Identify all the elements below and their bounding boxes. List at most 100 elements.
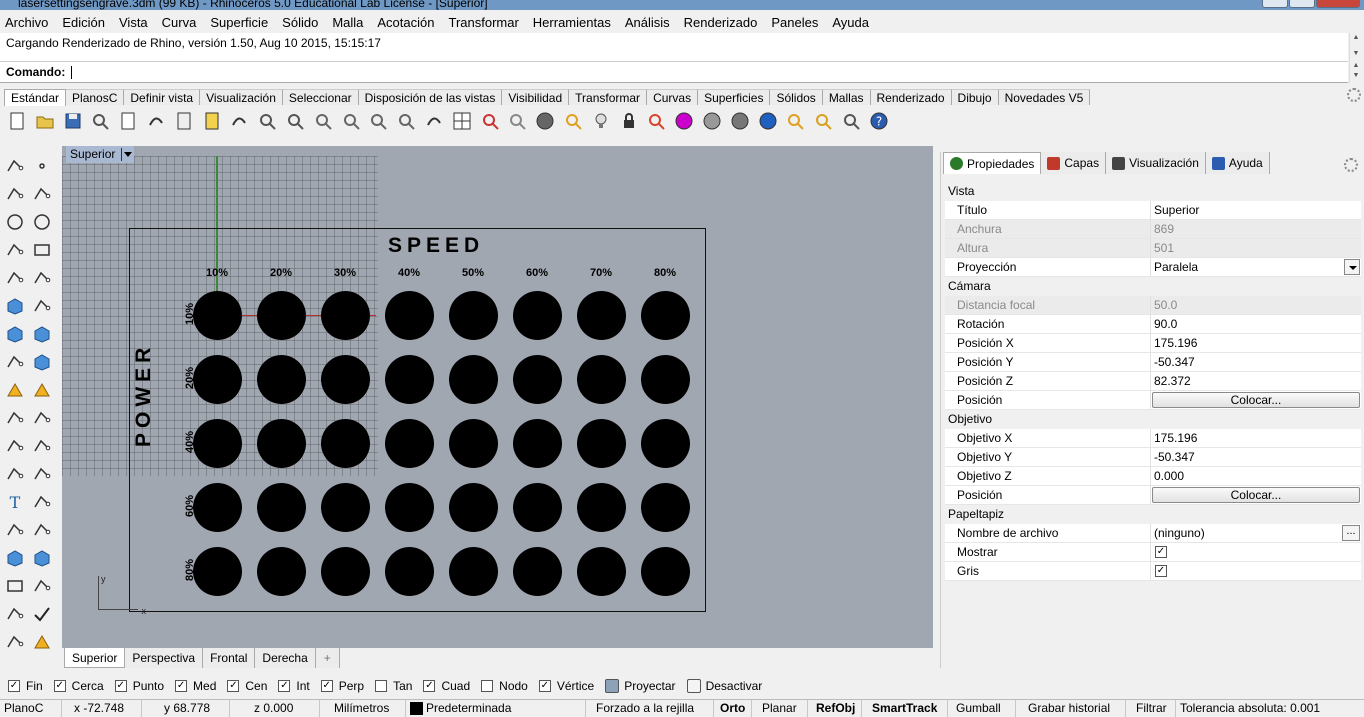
toolbar-tab[interactable]: Mallas [822,89,871,105]
four-viewports-icon[interactable] [451,110,473,132]
cut-icon[interactable] [145,110,167,132]
check-icon[interactable] [30,602,54,626]
engrave-dot[interactable] [576,290,626,340]
status-filter[interactable]: Filtrar [1126,700,1176,717]
power-label[interactable]: POWER [132,343,156,447]
select-arrow-icon[interactable] [3,154,27,178]
engrave-dot[interactable] [320,290,370,340]
speed-column-label[interactable]: 70% [581,267,621,279]
osnap-item[interactable]: ✓ Med [175,679,216,693]
edit-points-icon[interactable] [30,378,54,402]
property-value[interactable]: Colocar... [1151,391,1361,409]
osnap-checkbox[interactable]: ✓ [8,680,20,692]
toolbar-tab[interactable]: Novedades V5 [998,89,1091,105]
menu-item[interactable]: Ayuda [832,15,869,30]
property-value[interactable]: 175.196 [1151,334,1361,352]
toolbar-tab[interactable]: Curvas [647,89,699,105]
property-value[interactable]: (ninguno)... [1151,524,1361,542]
status-cplane[interactable]: PlanoC [0,700,62,717]
browse-button[interactable]: ... [1342,525,1360,541]
menu-item[interactable]: Curva [162,15,197,30]
menu-item[interactable]: Vista [119,15,148,30]
toolbar-tab[interactable]: Sólidos [770,89,823,105]
shaded-sphere-icon[interactable] [701,110,723,132]
engrave-dot[interactable] [640,354,690,404]
zoom-extents-icon[interactable] [367,110,389,132]
layer-icon[interactable] [645,110,667,132]
property-section-title[interactable]: Objetivo [945,410,1361,429]
curve-icon[interactable] [30,266,54,290]
status-grid-snap[interactable]: Forzado a la rejilla [586,700,714,717]
engrave-dot[interactable] [640,290,690,340]
lock-icon[interactable] [618,110,640,132]
speed-label[interactable]: SPEED [388,234,484,258]
engrave-dot[interactable] [640,546,690,596]
speed-column-label[interactable]: 30% [325,267,365,279]
osnap-checkbox[interactable]: ✓ [423,680,436,692]
property-checkbox[interactable]: ✓ [1155,565,1167,577]
status-ortho[interactable]: Orto [714,700,752,717]
osnap-checkbox[interactable]: ✓ [538,680,551,692]
menu-item[interactable]: Transformar [448,15,518,30]
panel-tab[interactable]: Capas [1041,152,1107,174]
property-value[interactable]: 90.0 [1151,315,1361,333]
engrave-dot[interactable] [640,418,690,468]
import-icon[interactable] [117,110,139,132]
panel-tab[interactable]: Visualización [1106,152,1206,174]
copy-icon[interactable] [173,110,195,132]
explode-icon[interactable] [3,378,27,402]
viewport-tab[interactable]: Superior [64,648,126,668]
zoom-selected-icon[interactable] [395,110,417,132]
osnap-checkbox[interactable]: ✓ [278,680,291,692]
rectangle-icon[interactable] [30,238,54,262]
panel-tab[interactable]: Ayuda [1205,152,1270,174]
ungroup-icon[interactable] [30,434,54,458]
engrave-dot[interactable] [320,418,370,468]
osnap-item[interactable]: ✓ Perp [320,679,364,693]
toolbar-tab[interactable]: Dibujo [951,89,999,105]
trim-icon[interactable] [30,406,54,430]
engrave-dot[interactable] [512,354,562,404]
status-gumball[interactable]: Gumball [948,700,1016,717]
engrave-dot[interactable] [448,354,498,404]
menu-item[interactable]: Malla [332,15,363,30]
engrave-dot[interactable] [576,482,626,532]
speed-column-label[interactable]: 80% [645,267,685,279]
speed-column-label[interactable]: 60% [517,267,557,279]
engrave-dot[interactable] [512,482,562,532]
polygon-icon[interactable] [3,266,27,290]
toolbar-tab[interactable]: Renderizado [870,89,952,105]
engrave-dot[interactable] [512,418,562,468]
toolbar-gear-icon[interactable] [1347,88,1361,102]
toolbar-tab[interactable]: Definir vista [124,89,201,105]
status-record-history[interactable]: Grabar historial [1016,700,1126,717]
arc-icon[interactable] [3,238,27,262]
property-value[interactable]: 175.196 [1151,429,1361,447]
menu-item[interactable]: Herramientas [533,15,611,30]
engrave-dot[interactable] [384,482,434,532]
render-preview-icon[interactable] [506,110,528,132]
engrave-dot[interactable] [192,354,242,404]
toggle-box[interactable] [605,679,620,693]
command-line[interactable]: Comando: [0,62,1348,83]
osnap-toggle[interactable]: Proyectar [605,679,676,693]
ellipse-icon[interactable] [30,210,54,234]
polyline-icon[interactable] [3,182,27,206]
blue-sphere-icon[interactable] [757,110,779,132]
toolbar-tab[interactable]: PlanosC [66,89,125,105]
menu-item[interactable]: Paneles [771,15,818,30]
property-section-title[interactable]: Vista [945,182,1361,201]
array-icon[interactable] [3,518,27,542]
panel-tab[interactable]: Propiedades [943,152,1042,174]
zoom-window-icon[interactable] [340,110,362,132]
panel-gear-icon[interactable] [1344,158,1358,172]
engrave-dot[interactable] [320,546,370,596]
property-value[interactable]: 82.372 [1151,372,1361,390]
circle-icon[interactable] [3,210,27,234]
engrave-dot[interactable] [320,482,370,532]
property-section-title[interactable]: Cámara [945,277,1361,296]
osnap-checkbox[interactable] [481,680,494,692]
osnap-item[interactable]: ✓ Vértice [538,679,594,693]
render-icon[interactable] [30,630,54,654]
print-icon[interactable] [89,110,111,132]
